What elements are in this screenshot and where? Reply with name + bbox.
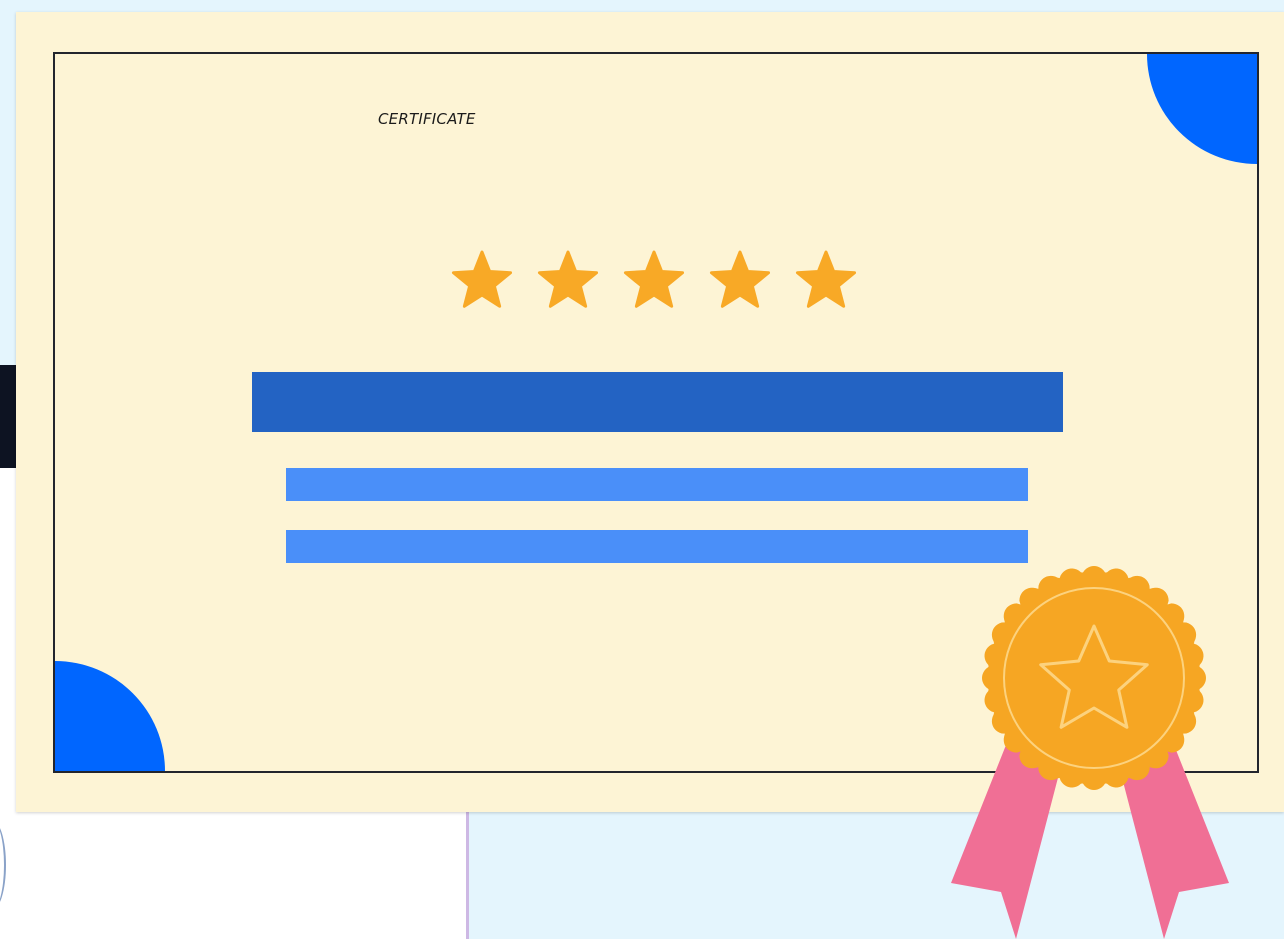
rating-star-icon: [537, 250, 599, 308]
certificate-text-placeholder-2: [286, 530, 1028, 563]
corner-decoration-bottom-left: [55, 661, 165, 771]
rating-star-icon: [451, 250, 513, 308]
background-divider: [466, 812, 469, 939]
corner-decoration-top-right: [1147, 54, 1257, 164]
rating-star-icon: [795, 250, 857, 308]
certificate-text-placeholder-1: [286, 468, 1028, 501]
certificate-heading-placeholder: [252, 372, 1063, 432]
rating-star-icon: [623, 250, 685, 308]
rating-star-icon: [709, 250, 771, 308]
star-rating: [451, 250, 872, 310]
certificate-title: CERTIFICATE: [378, 110, 476, 128]
award-badge: [951, 566, 1229, 939]
star-rating-graphic: [451, 250, 857, 308]
